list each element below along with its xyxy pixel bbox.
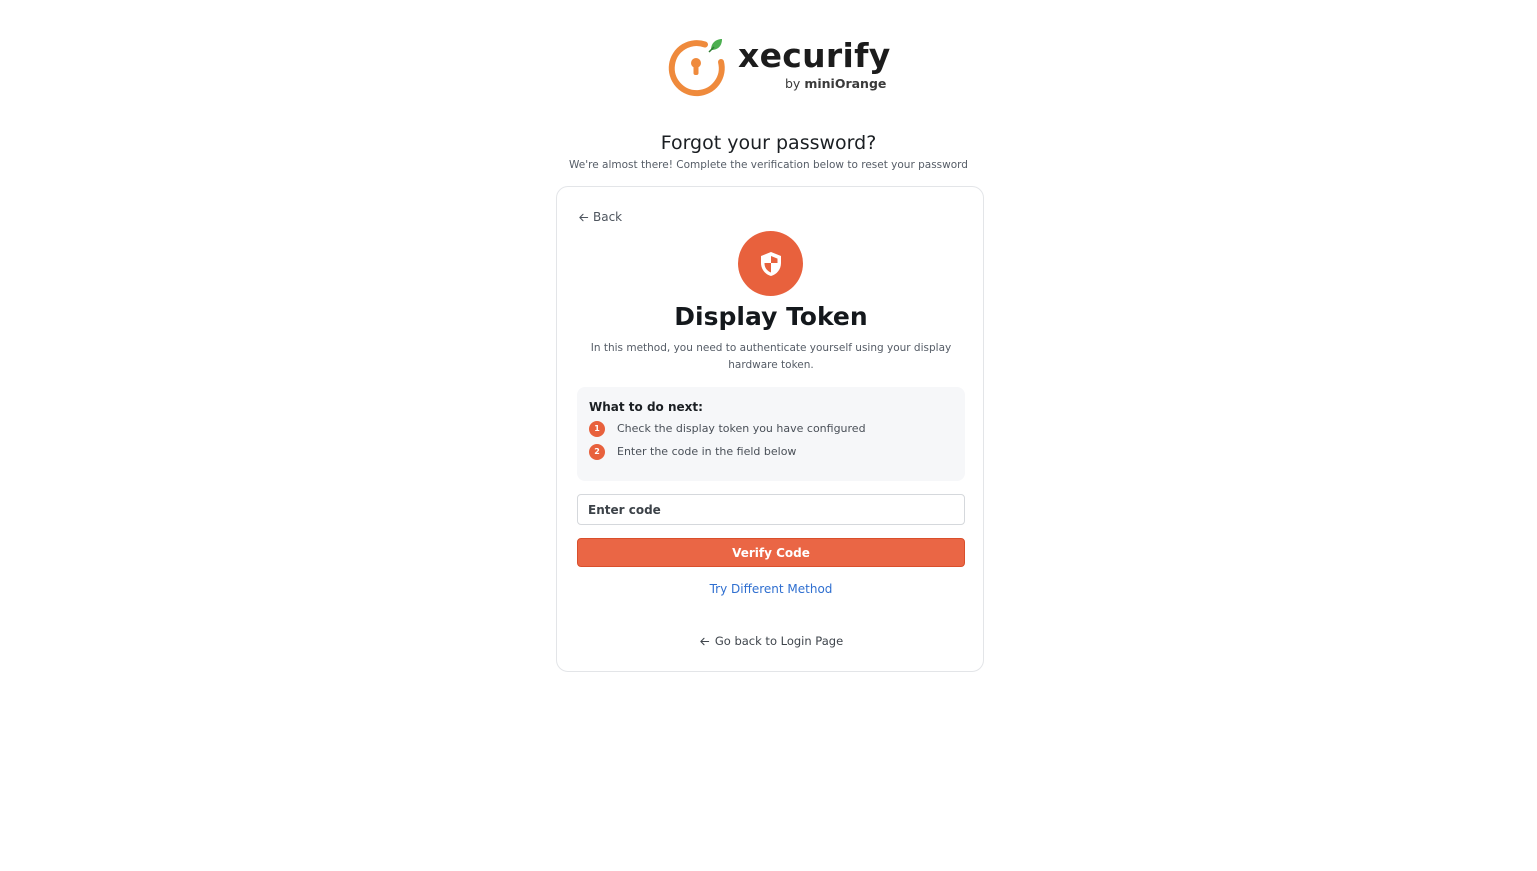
logo-brand: miniOrange	[804, 76, 887, 91]
step-text: Enter the code in the field below	[617, 445, 797, 458]
method-icon-badge	[738, 231, 803, 296]
xecurify-logo: xecurify by miniOrange	[667, 36, 890, 98]
method-description: In this method, you need to authenticate…	[590, 342, 952, 371]
arrow-left-icon	[579, 213, 589, 221]
page-title: Forgot your password?	[660, 132, 877, 154]
verify-code-button[interactable]: Verify Code	[577, 538, 965, 567]
back-link[interactable]: Back	[578, 209, 622, 225]
logo-by-prefix: by	[785, 76, 801, 91]
method-title: Display Token	[674, 302, 868, 331]
logo-byline: by miniOrange	[785, 76, 886, 92]
arrow-left-icon	[700, 637, 710, 645]
page-subtitle: We're almost there! Complete the verific…	[569, 159, 968, 171]
step-item: 2 Enter the code in the field below	[589, 444, 796, 460]
try-different-method-link[interactable]: Try Different Method	[557, 581, 985, 597]
verification-card: Back Display Token In this method, you n…	[556, 186, 984, 672]
go-back-login-link[interactable]: Go back to Login Page	[557, 633, 985, 651]
steps-heading: What to do next:	[589, 400, 703, 414]
step-number-badge: 2	[589, 444, 605, 460]
go-back-login-label: Go back to Login Page	[714, 634, 844, 648]
keyhole-logo-icon	[668, 39, 725, 97]
step-item: 1 Check the display token you have confi…	[589, 421, 866, 437]
step-number-badge: 1	[589, 421, 605, 437]
next-steps-box: What to do next: 1 Check the display tok…	[577, 387, 965, 481]
logo-name: xecurify	[738, 36, 891, 75]
code-input[interactable]	[577, 494, 965, 525]
shield-icon	[760, 251, 781, 276]
step-text: Check the display token you have configu…	[617, 422, 866, 435]
back-label: Back	[593, 210, 623, 224]
